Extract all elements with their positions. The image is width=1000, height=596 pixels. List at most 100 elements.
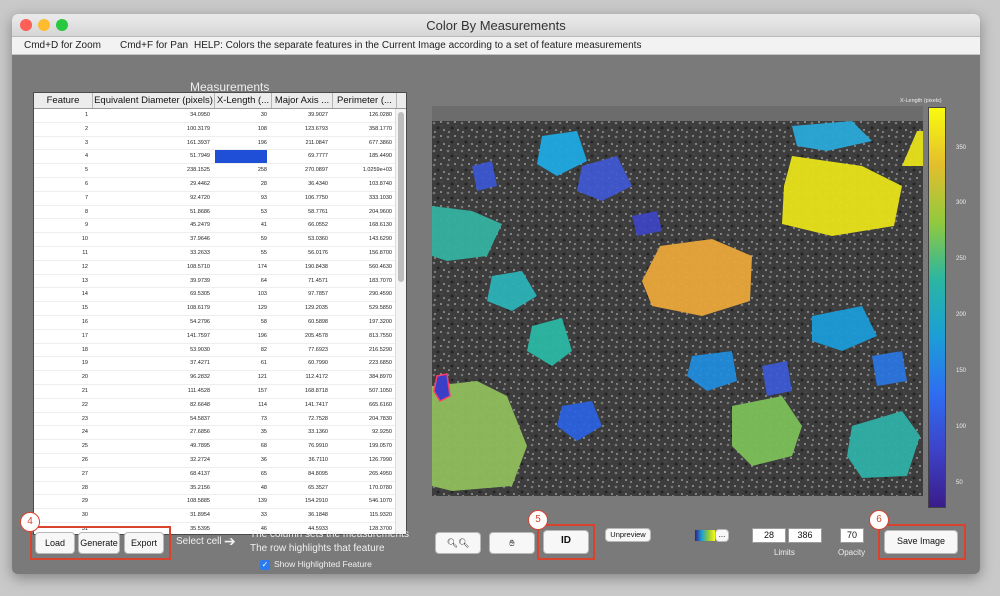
table-cell[interactable]: 54.2796: [93, 316, 210, 329]
table-cell[interactable]: 100.3179: [93, 123, 210, 136]
load-button[interactable]: Load: [35, 532, 75, 554]
table-cell[interactable]: 154.2910: [272, 495, 328, 508]
table-cell[interactable]: 223.6850: [333, 357, 392, 370]
table-cell[interactable]: 11: [34, 247, 88, 260]
table-row[interactable]: 4 51.7949 47 69.7777 185.4490: [34, 150, 396, 165]
table-cell[interactable]: 24: [34, 426, 88, 439]
column-header-major-axis[interactable]: Major Axis ...: [272, 93, 333, 108]
table-row[interactable]: 11 33.2633 55 56.0176 156.8700: [34, 247, 396, 261]
table-row[interactable]: 1 34.0950 30 39.9027 126.0280: [34, 109, 396, 123]
table-cell[interactable]: 114: [215, 399, 267, 412]
table-cell[interactable]: 39.9027: [272, 109, 328, 122]
table-row[interactable]: 2 100.3179 108 123.6793 358.1770: [34, 123, 396, 137]
table-row[interactable]: 27 68.4137 65 84.8095 265.4950: [34, 468, 396, 482]
table-row[interactable]: 3 161.3937 196 211.0847 677.3860: [34, 137, 396, 151]
table-cell[interactable]: 27.6856: [93, 426, 210, 439]
table-cell[interactable]: 196: [215, 330, 267, 343]
zoom-button[interactable]: 🔍︎🔍︎: [435, 532, 481, 554]
table-row[interactable]: 6 29.4462 28 36.4340 103.8740: [34, 178, 396, 192]
table-cell[interactable]: 813.7550: [333, 330, 392, 343]
table-cell[interactable]: 108.5710: [93, 261, 210, 274]
table-cell[interactable]: 65.3527: [272, 482, 328, 495]
table-cell[interactable]: 82.6648: [93, 399, 210, 412]
column-header-perimeter[interactable]: Perimeter (...: [333, 93, 397, 108]
table-cell[interactable]: 32.2724: [93, 454, 210, 467]
table-cell[interactable]: 196: [215, 137, 267, 150]
table-cell[interactable]: 20: [34, 371, 88, 384]
table-cell[interactable]: 58: [215, 316, 267, 329]
table-row[interactable]: 10 37.9646 59 53.0360 143.6290: [34, 233, 396, 247]
scrollbar-thumb[interactable]: [398, 112, 404, 282]
table-row[interactable]: 24 27.6856 35 33.1360 92.9250: [34, 426, 396, 441]
table-cell[interactable]: 37.9646: [93, 233, 210, 246]
export-button[interactable]: Export: [124, 532, 164, 554]
table-cell[interactable]: 35: [215, 426, 267, 439]
table-cell[interactable]: 28: [215, 178, 267, 191]
table-cell[interactable]: 6: [34, 178, 88, 191]
table-row[interactable]: 9 45.2479 41 66.0552 168.6130: [34, 219, 396, 234]
table-cell[interactable]: 270.0897: [272, 164, 328, 177]
table-cell[interactable]: 168.8718: [272, 385, 328, 398]
table-cell[interactable]: 17: [34, 330, 88, 343]
table-cell[interactable]: 48: [215, 482, 267, 495]
table-row[interactable]: 25 49.7895 68 76.9910 199.0570: [34, 440, 396, 454]
table-cell[interactable]: 58.7761: [272, 206, 328, 219]
table-row[interactable]: 18 53.9030 82 77.6923 216.5290: [34, 344, 396, 358]
table-cell[interactable]: 76.9910: [272, 440, 328, 453]
table-cell[interactable]: 265.4950: [333, 468, 392, 481]
table-cell[interactable]: 53.9030: [93, 344, 210, 357]
table-cell[interactable]: 73: [215, 413, 267, 426]
table-row[interactable]: 13 39.9739 64 71.4571 183.7070: [34, 275, 396, 289]
opacity-field[interactable]: 70: [840, 528, 864, 543]
table-cell[interactable]: 21: [34, 385, 88, 398]
table-row[interactable]: 26 32.2724 36 36.7110 126.7990: [34, 454, 396, 468]
column-header-x-length[interactable]: X-Length (...: [215, 93, 272, 108]
table-cell[interactable]: 66.0552: [272, 219, 328, 232]
table-cell[interactable]: 204.7830: [333, 413, 392, 426]
table-row[interactable]: 14 69.5305 103 97.7857 290.4590: [34, 288, 396, 303]
table-cell[interactable]: 56.0176: [272, 247, 328, 260]
table-cell[interactable]: 64: [215, 275, 267, 288]
table-row[interactable]: 15 108.6179 129 129.2035 529.5850: [34, 302, 396, 316]
table-cell[interactable]: 28: [34, 482, 88, 495]
table-cell[interactable]: 37.4271: [93, 357, 210, 370]
table-row[interactable]: 23 54.5837 73 72.7528 204.7830: [34, 413, 396, 427]
table-row[interactable]: 16 54.2796 58 60.5898 197.3200: [34, 316, 396, 330]
table-cell[interactable]: 84.8095: [272, 468, 328, 481]
table-row[interactable]: 21 111.4528 157 168.8718 507.1050: [34, 385, 396, 399]
table-cell[interactable]: 15: [34, 302, 88, 315]
table-cell[interactable]: 112.4172: [272, 371, 328, 384]
table-cell[interactable]: 31.8954: [93, 509, 210, 522]
table-cell[interactable]: 106.7750: [272, 192, 328, 205]
table-cell[interactable]: 69.5305: [93, 288, 210, 301]
table-cell[interactable]: 30: [215, 109, 267, 122]
table-cell[interactable]: 12: [34, 261, 88, 274]
table-cell[interactable]: 190.8438: [272, 261, 328, 274]
table-cell[interactable]: 157: [215, 385, 267, 398]
table-row[interactable]: 20 96.2832 121 112.4172 384.8970: [34, 371, 396, 385]
table-cell[interactable]: 1: [34, 109, 88, 122]
table-cell[interactable]: 1.0259e+03: [333, 164, 392, 177]
table-cell[interactable]: 333.1030: [333, 192, 392, 205]
feature-orange[interactable]: [642, 239, 752, 316]
limit-min-field[interactable]: 28: [752, 528, 786, 543]
id-button[interactable]: ID: [543, 530, 589, 554]
table-row[interactable]: 30 31.8954 33 36.1848 115.9320: [34, 509, 396, 523]
colormap-more-button[interactable]: ...: [715, 529, 729, 542]
table-cell[interactable]: 141.7597: [93, 330, 210, 343]
table-cell[interactable]: 3: [34, 137, 88, 150]
table-row[interactable]: 17 141.7597 196 205.4578 813.7550: [34, 330, 396, 344]
show-highlighted-checkbox[interactable]: ✓: [260, 560, 270, 570]
table-cell[interactable]: 108.5885: [93, 495, 210, 508]
table-cell[interactable]: 529.5850: [333, 302, 392, 315]
table-cell[interactable]: 156.8700: [333, 247, 392, 260]
table-cell[interactable]: 507.1050: [333, 385, 392, 398]
table-cell[interactable]: 9: [34, 219, 88, 232]
table-cell[interactable]: 68.4137: [93, 468, 210, 481]
table-cell[interactable]: 29: [34, 495, 88, 508]
table-cell[interactable]: 170.0780: [333, 482, 392, 495]
table-cell[interactable]: 161.3937: [93, 137, 210, 150]
table-cell[interactable]: 211.0847: [272, 137, 328, 150]
table-cell[interactable]: 59: [215, 233, 267, 246]
table-cell[interactable]: 33: [215, 509, 267, 522]
